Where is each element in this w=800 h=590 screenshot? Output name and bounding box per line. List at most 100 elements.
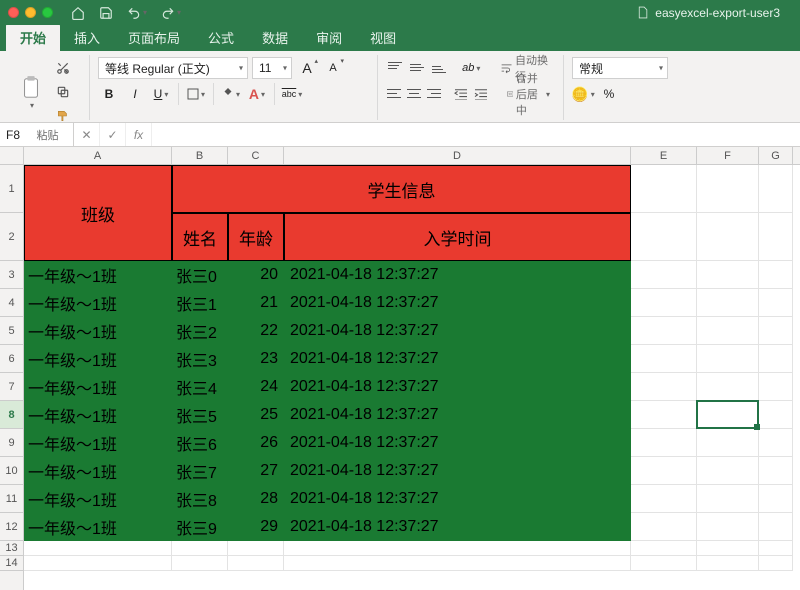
border-button[interactable]: ▾ xyxy=(185,83,207,105)
confirm-formula-button[interactable]: ✓ xyxy=(100,123,126,146)
align-center-button[interactable] xyxy=(406,83,422,105)
cells-area[interactable]: 班级学生信息姓名年龄入学时间一年级～1班张三0202021-04-18 12:3… xyxy=(24,165,800,590)
bold-button[interactable]: B xyxy=(98,83,120,105)
tab-home[interactable]: 开始 xyxy=(6,23,60,51)
cell-E5[interactable] xyxy=(631,317,697,345)
cell-C13[interactable] xyxy=(228,541,284,556)
column-header-D[interactable]: D xyxy=(284,147,631,164)
tab-layout[interactable]: 页面布局 xyxy=(114,23,194,51)
align-middle-button[interactable] xyxy=(408,57,426,79)
row-header-10[interactable]: 10 xyxy=(0,457,23,485)
column-header-C[interactable]: C xyxy=(228,147,284,164)
close-window-icon[interactable] xyxy=(8,7,19,18)
cell-E9[interactable] xyxy=(631,429,697,457)
minimize-window-icon[interactable] xyxy=(25,7,36,18)
cell-G14[interactable] xyxy=(759,556,793,571)
cell-F14[interactable] xyxy=(697,556,759,571)
cell-C14[interactable] xyxy=(228,556,284,571)
cell-A13[interactable] xyxy=(24,541,172,556)
font-name-select[interactable]: 等线 Regular (正文) ▾ xyxy=(98,57,248,79)
italic-button[interactable]: I xyxy=(124,83,146,105)
cell-F11[interactable] xyxy=(697,485,759,513)
row-header-13[interactable]: 13 xyxy=(0,541,23,556)
cell-E10[interactable] xyxy=(631,457,697,485)
column-header-A[interactable]: A xyxy=(24,147,172,164)
home-icon[interactable] xyxy=(71,6,85,20)
cell-F12[interactable] xyxy=(697,513,759,541)
orientation-button[interactable]: ab▾ xyxy=(461,57,481,79)
row-header-4[interactable]: 4 xyxy=(0,289,23,317)
cell-E11[interactable] xyxy=(631,485,697,513)
align-left-button[interactable] xyxy=(386,83,402,105)
cell-G7[interactable] xyxy=(759,373,793,401)
accounting-format-button[interactable]: 🪙▾ xyxy=(572,83,594,105)
cell-G3[interactable] xyxy=(759,261,793,289)
spreadsheet-grid[interactable]: ABCDEFG 1234567891011121314 班级学生信息姓名年龄入学… xyxy=(0,147,800,590)
number-format-select[interactable]: 常规 ▾ xyxy=(572,57,668,79)
column-header-F[interactable]: F xyxy=(697,147,759,164)
cell-E7[interactable] xyxy=(631,373,697,401)
font-color-button[interactable]: A▾ xyxy=(246,83,268,105)
tab-insert[interactable]: 插入 xyxy=(60,23,114,51)
paste-button[interactable]: ▾ xyxy=(14,70,48,114)
row-header-14[interactable]: 14 xyxy=(0,556,23,571)
row-header-7[interactable]: 7 xyxy=(0,373,23,401)
format-painter-button[interactable] xyxy=(52,105,74,127)
cell-F6[interactable] xyxy=(697,345,759,373)
select-all-corner[interactable] xyxy=(0,147,24,165)
cell-F4[interactable] xyxy=(697,289,759,317)
row-header-11[interactable]: 11 xyxy=(0,485,23,513)
increase-indent-button[interactable] xyxy=(473,83,489,105)
font-size-select[interactable]: 11 ▾ xyxy=(252,57,292,79)
cell-G13[interactable] xyxy=(759,541,793,556)
cell-F2[interactable] xyxy=(697,213,759,261)
cell-G4[interactable] xyxy=(759,289,793,317)
cell-E12[interactable] xyxy=(631,513,697,541)
cell-F9[interactable] xyxy=(697,429,759,457)
tab-data[interactable]: 数据 xyxy=(248,23,302,51)
cell-E8[interactable] xyxy=(631,401,697,429)
cell-D14[interactable] xyxy=(284,556,631,571)
row-header-9[interactable]: 9 xyxy=(0,429,23,457)
tab-formula[interactable]: 公式 xyxy=(194,23,248,51)
cell-G5[interactable] xyxy=(759,317,793,345)
cell-E1[interactable] xyxy=(631,165,697,213)
align-top-button[interactable] xyxy=(386,57,404,79)
cell-G1[interactable] xyxy=(759,165,793,213)
cell-E6[interactable] xyxy=(631,345,697,373)
row-header-8[interactable]: 8 xyxy=(0,401,23,429)
cell-F13[interactable] xyxy=(697,541,759,556)
align-right-button[interactable] xyxy=(426,83,442,105)
cell-G2[interactable] xyxy=(759,213,793,261)
row-header-3[interactable]: 3 xyxy=(0,261,23,289)
row-header-1[interactable]: 1 xyxy=(0,165,23,213)
align-bottom-button[interactable] xyxy=(430,57,448,79)
percent-format-button[interactable]: % xyxy=(598,83,620,105)
cell-G12[interactable] xyxy=(759,513,793,541)
zoom-window-icon[interactable] xyxy=(42,7,53,18)
merge-center-button[interactable]: 合并后居中▾ xyxy=(502,83,555,105)
cell-E14[interactable] xyxy=(631,556,697,571)
cell-F5[interactable] xyxy=(697,317,759,345)
copy-button[interactable] xyxy=(52,81,74,103)
cell-B13[interactable] xyxy=(172,541,228,556)
cut-button[interactable] xyxy=(52,57,74,79)
decrease-font-button[interactable]: A▾ xyxy=(322,57,344,79)
row-header-12[interactable]: 12 xyxy=(0,513,23,541)
cell-D13[interactable] xyxy=(284,541,631,556)
cell-G8[interactable] xyxy=(759,401,793,429)
cell-E4[interactable] xyxy=(631,289,697,317)
cell-F7[interactable] xyxy=(697,373,759,401)
underline-button[interactable]: U▾ xyxy=(150,83,172,105)
cell-G10[interactable] xyxy=(759,457,793,485)
redo-button[interactable]: ▾ xyxy=(161,6,181,20)
column-header-E[interactable]: E xyxy=(631,147,697,164)
increase-font-button[interactable]: A▴ xyxy=(296,57,318,79)
cell-G9[interactable] xyxy=(759,429,793,457)
save-icon[interactable] xyxy=(99,6,113,20)
phonetic-button[interactable]: abc▾ xyxy=(281,83,303,105)
row-header-5[interactable]: 5 xyxy=(0,317,23,345)
cell-B14[interactable] xyxy=(172,556,228,571)
cell-E2[interactable] xyxy=(631,213,697,261)
cell-F8[interactable] xyxy=(697,401,759,429)
